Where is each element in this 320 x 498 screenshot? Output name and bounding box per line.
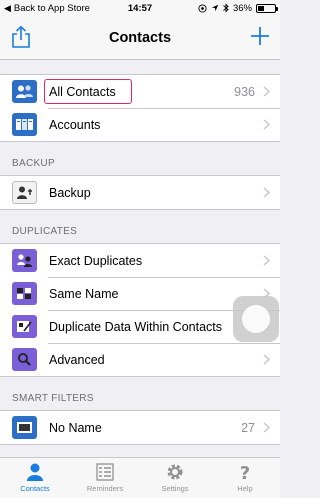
all-contacts-label: All Contacts (49, 84, 116, 99)
smart-filters-group: No Name 27 (0, 410, 280, 445)
no-name-label: No Name (49, 420, 102, 435)
main-group: All Contacts 936 Accounts (0, 74, 280, 142)
share-icon[interactable] (10, 25, 32, 49)
tab-settings[interactable]: Settings (140, 458, 210, 498)
duplicates-section-header: DUPLICATES (12, 226, 78, 237)
same-name-icon (12, 282, 37, 305)
all-contacts-count: 936 (234, 84, 255, 99)
contacts-menu-list: All Contacts 936 Accounts BACKUP Backup … (0, 61, 280, 457)
all-contacts-row[interactable]: All Contacts 936 (0, 75, 280, 108)
back-label: Back to App Store (13, 2, 90, 14)
navigation-arrow-icon (211, 4, 219, 12)
exact-duplicates-icon (12, 249, 37, 272)
accounts-label: Accounts (49, 117, 101, 132)
tab-settings-label: Settings (161, 484, 189, 493)
chevron-right-icon (263, 255, 270, 266)
status-bar: ◀ Back to App Store 14:57 36% (0, 0, 280, 16)
exact-duplicates-label: Exact Duplicates (49, 253, 143, 268)
accounts-icon (12, 113, 37, 136)
backup-label: Backup (49, 185, 91, 200)
chevron-right-icon (263, 86, 270, 97)
navigation-bar: Contacts (0, 16, 280, 60)
battery-icon (256, 3, 278, 13)
backup-row[interactable]: Backup (0, 176, 280, 209)
backup-section-header: BACKUP (12, 158, 55, 169)
backup-icon (12, 181, 37, 204)
no-name-icon (12, 416, 37, 439)
person-icon (27, 463, 43, 481)
contacts-icon (12, 80, 37, 103)
duplicate-data-label: Duplicate Data Within Contacts (49, 319, 222, 334)
bluetooth-icon (223, 3, 229, 13)
battery-percent: 36% (232, 2, 252, 14)
assistive-touch-button[interactable] (233, 296, 279, 342)
plus-icon[interactable] (250, 26, 270, 46)
chevron-right-icon (263, 119, 270, 130)
question-icon: ? (240, 463, 250, 482)
status-indicators: 36% (198, 2, 278, 14)
page-title: Contacts (108, 29, 172, 46)
svg-text:?: ? (240, 463, 250, 482)
list-icon (96, 463, 114, 481)
back-to-app-store[interactable]: ◀ Back to App Store (4, 3, 90, 14)
duplicate-data-icon (12, 315, 37, 338)
back-arrow-icon: ◀ (4, 2, 11, 13)
location-icon (198, 3, 207, 13)
no-name-count: 27 (241, 420, 255, 435)
tab-help-label: Help (237, 484, 253, 493)
advanced-row[interactable]: Advanced (0, 343, 280, 376)
tab-bar: Contacts Reminders Settings ? Help (0, 457, 280, 498)
tab-reminders[interactable]: Reminders (70, 458, 140, 498)
tab-reminders-label: Reminders (86, 484, 124, 493)
same-name-label: Same Name (49, 286, 119, 301)
chevron-right-icon (263, 422, 270, 433)
accounts-row[interactable]: Accounts (0, 108, 280, 141)
tab-contacts[interactable]: Contacts (0, 458, 70, 498)
backup-group: Backup (0, 175, 280, 210)
gear-icon (167, 464, 183, 480)
chevron-right-icon (263, 187, 270, 198)
tab-help[interactable]: ? Help (210, 458, 280, 498)
smart-filters-section-header: SMART FILTERS (12, 393, 94, 404)
tab-contacts-label: Contacts (20, 484, 50, 493)
no-name-row[interactable]: No Name 27 (0, 411, 280, 444)
exact-duplicates-row[interactable]: Exact Duplicates (0, 244, 280, 277)
magnifier-icon (12, 348, 37, 371)
chevron-right-icon (263, 354, 270, 365)
advanced-label: Advanced (49, 352, 105, 367)
